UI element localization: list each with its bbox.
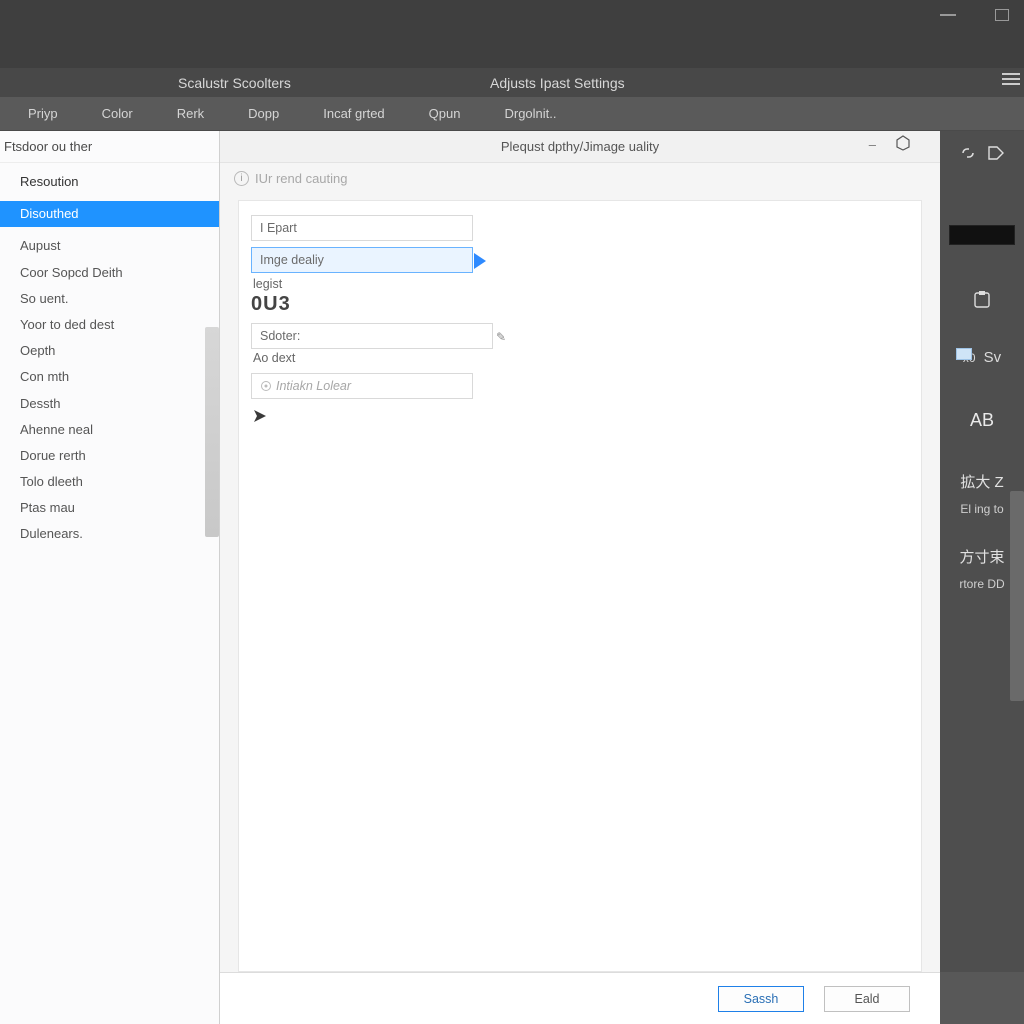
exit-button[interactable]: Eald [824,986,910,1012]
bottom-button-bar: Sassh Eald [220,972,940,1024]
rail-desc: El ing to [960,502,1003,516]
field-sdoter[interactable]: Sdoter: ✎ [251,323,493,349]
sidebar: Ftsdoor ou ther Resoution Disouthed Aupu… [0,131,220,1024]
field-intekn-label: Intiakn Lolear [276,379,351,393]
panel-title: Plequst dpthy/Jimage uality [501,139,659,154]
big-number-value: 0U3 [251,293,291,316]
tab-qpun[interactable]: Qpun [407,97,483,130]
gear-icon [260,380,272,392]
toolbar: Priyp Color Rerk Dopp Incaf grted Qpun D… [0,97,1024,131]
sidebar-item-ptas[interactable]: Ptas mau [0,495,219,521]
field-sdoter-label: Sdoter: [260,329,300,343]
sidebar-item-souent[interactable]: So uent. [0,286,219,312]
maximize-window-icon[interactable] [990,6,1014,24]
sidebar-item-tolo[interactable]: Tolo dleeth [0,469,219,495]
sidebar-item-yoor[interactable]: Yoor to ded dest [0,312,219,338]
sidebar-item-dessth[interactable]: Dessth [0,391,219,417]
sidebar-item-aupust[interactable]: Aupust [0,233,219,259]
field-image-dealy-label: Imge dealiy [260,253,324,267]
sidebar-scrollbar-thumb[interactable] [205,327,219,537]
tab-incaf[interactable]: Incaf grted [301,97,406,130]
minimize-window-icon[interactable] [936,6,960,24]
header-left-title: Scalustr Scoolters [178,75,291,91]
header-center-title: Adjusts Ipast Settings [490,75,625,91]
label-legist: legist [253,277,282,291]
field-epart-label: I Epart [260,221,297,235]
sidebar-item-coor[interactable]: Coor Sopcd Deith [0,260,219,286]
tab-dopp[interactable]: Dopp [226,97,301,130]
color-swatch[interactable] [949,225,1015,245]
main-area: Ftsdoor ou ther Resoution Disouthed Aupu… [0,131,1024,1024]
rail-cjk1[interactable]: 拡大 Z [960,471,1003,492]
rail-letters[interactable]: AB [970,410,994,431]
sidebar-item-disouthed[interactable]: Disouthed [0,201,219,227]
window-titlebar [0,0,1024,68]
panel-titlebar: Plequst dpthy/Jimage uality – [220,131,940,163]
panel-subtitle: IUr rend cauting [255,171,348,186]
field-epart[interactable]: I Epart [251,215,473,241]
tab-drgolnit[interactable]: Drgolnit.. [482,97,578,130]
info-icon: i [234,171,249,186]
label-ao-dest: Ao dext [253,351,295,365]
center-panel: Plequst dpthy/Jimage uality – i IUr rend… [220,131,1024,1024]
edit-handle-icon[interactable]: ✎ [496,330,506,344]
rail-label-sv: Sv [984,349,1002,366]
link-icon[interactable] [959,145,977,161]
panel-minimize-icon[interactable]: – [869,137,876,152]
panel: Plequst dpthy/Jimage uality – i IUr rend… [220,131,940,972]
sidebar-item-oepth[interactable]: Oepth [0,338,219,364]
panel-canvas: I Epart Imge dealiy legist 0U3 Sdoter: ✎… [238,200,922,972]
tab-rerk[interactable]: Rerk [155,97,226,130]
rail-note: rtore DD [959,577,1004,591]
panel-subtitle-row: i IUr rend cauting [220,163,940,200]
field-intekn[interactable]: Intiakn Lolear [251,373,473,399]
sidebar-item-ahenne[interactable]: Ahenne neal [0,417,219,443]
hamburger-icon[interactable] [1002,72,1020,86]
sidebar-item-resoution[interactable]: Resoution [0,169,219,195]
field-image-dealy[interactable]: Imge dealiy [251,247,473,273]
send-icon[interactable] [253,409,267,423]
right-rail-scrollbar-thumb[interactable] [1010,491,1024,701]
tab-color[interactable]: Color [80,97,155,130]
save-button[interactable]: Sassh [718,986,804,1012]
right-rail: x0 Sv AB 拡大 Z El ing to 方寸束 rtore DD [940,131,1024,972]
rail-cjk2[interactable]: 方寸束 [959,546,1004,567]
sidebar-item-dorue[interactable]: Dorue rerth [0,443,219,469]
tool-clipboard[interactable] [972,291,992,309]
tag-icon[interactable] [987,145,1005,161]
sidebar-header: Ftsdoor ou ther [0,131,219,163]
header-band: Scalustr Scoolters Adjusts Ipast Setting… [0,68,1024,97]
rail-icon-card[interactable] [956,348,972,360]
sidebar-item-dulenears[interactable]: Dulenears. [0,521,219,547]
panel-object-icon[interactable] [896,135,910,151]
sidebar-item-conmth[interactable]: Con mth [0,364,219,390]
tab-priyp[interactable]: Priyp [0,97,80,130]
